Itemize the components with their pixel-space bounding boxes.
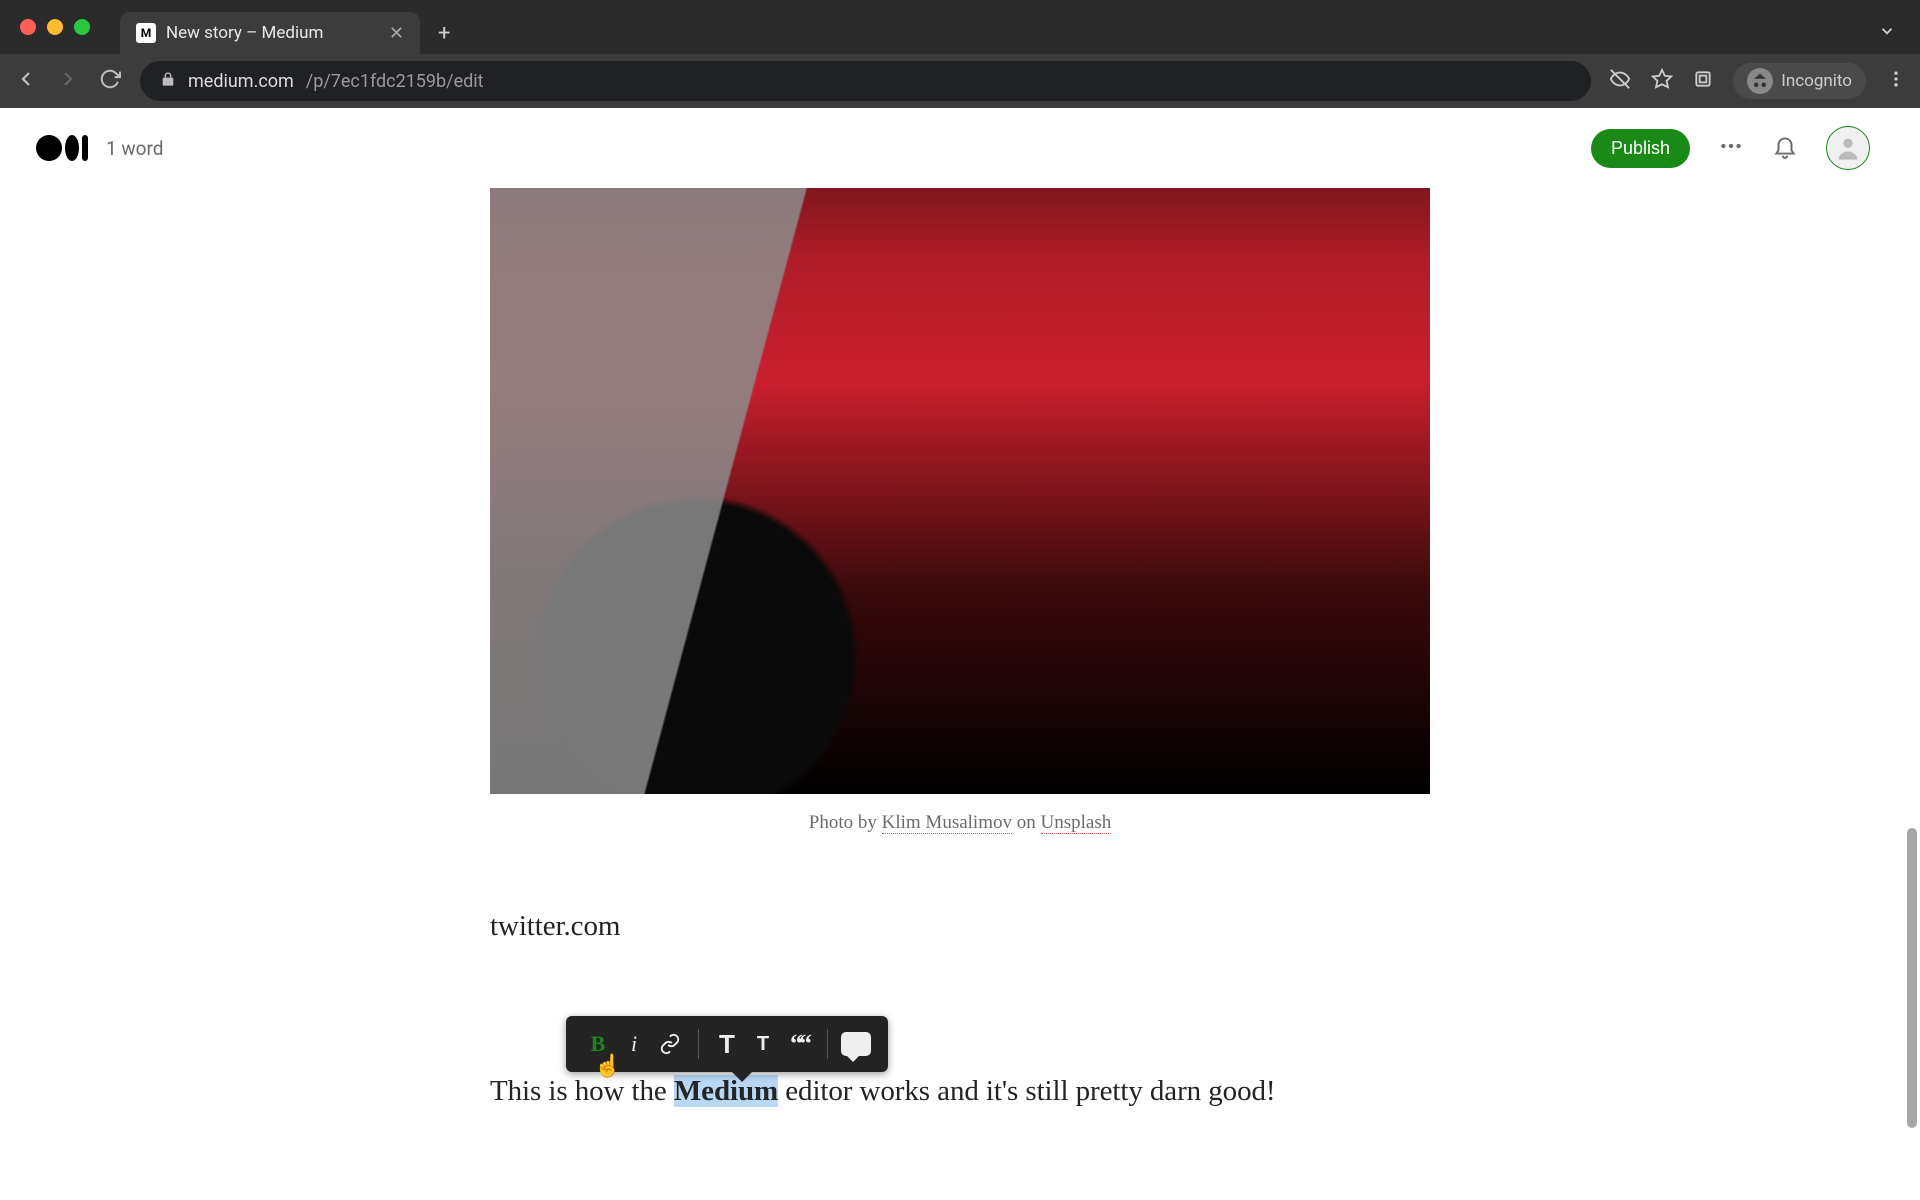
more-options-button[interactable] [1718,133,1744,163]
new-tab-button[interactable]: + [438,21,450,46]
hero-image[interactable] [490,108,1430,794]
incognito-icon [1747,68,1773,94]
url-path: /p/7ec1fdc2159b/edit [306,71,484,92]
browser-titlebar: M New story – Medium ✕ + [0,0,1920,54]
scrollbar[interactable] [1907,828,1917,1128]
image-caption[interactable]: Photo by Klim Musalimov on Unsplash [490,812,1430,834]
reload-button[interactable] [98,68,122,94]
toolbar-separator [827,1029,828,1059]
page-body: 1 word Publish Photo by Klim Musalimov o… [0,108,1920,1200]
profile-button[interactable]: Incognito [1733,63,1866,99]
tab-favicon-icon: M [136,23,156,43]
browser-toolbar: medium.com/p/7ec1fdc2159b/edit Incognito [0,54,1920,108]
p2-after: editor works and it's still pretty darn … [778,1075,1275,1107]
heading-small-button[interactable]: T [745,1024,781,1064]
browser-menu-button[interactable] [1886,69,1906,93]
address-bar[interactable]: medium.com/p/7ec1fdc2159b/edit [140,61,1591,101]
notifications-button[interactable] [1772,133,1798,163]
caption-author-link[interactable]: Klim Musalimov [882,812,1012,834]
browser-tab[interactable]: M New story – Medium ✕ [120,12,420,54]
word-count: 1 word [106,137,163,160]
bookmark-button[interactable] [1651,68,1673,94]
browser-right-controls: Incognito [1609,63,1906,99]
paragraph-2[interactable]: This is how the Medium editor works and … [490,1069,1430,1114]
toolbar-separator [698,1029,699,1059]
editor-content[interactable]: Photo by Klim Musalimov on Unsplash twit… [490,108,1430,1114]
tab-title: New story – Medium [166,23,379,43]
url-host: medium.com [188,71,294,92]
user-avatar[interactable] [1826,126,1870,170]
heading-large-button[interactable]: T [709,1024,745,1064]
forward-button[interactable] [56,67,80,95]
tabs-overflow-button[interactable] [1878,22,1896,44]
browser-chrome: M New story – Medium ✕ + medium.com/p/7e… [0,0,1920,108]
quote-button[interactable]: ““ [781,1024,817,1064]
paragraph-1[interactable]: twitter.com [490,904,1430,949]
tab-close-button[interactable]: ✕ [389,23,404,44]
window-minimize-button[interactable] [47,19,63,35]
medium-logo-icon[interactable] [36,135,88,161]
caption-prefix: Photo by [809,812,882,833]
caption-source-link[interactable]: Unsplash [1041,812,1112,834]
medium-topbar: 1 word Publish [0,108,1906,188]
lock-icon [160,71,176,92]
extensions-button[interactable] [1693,69,1713,93]
incognito-indicator-icon [1609,68,1631,94]
caption-middle: on [1012,812,1041,833]
back-button[interactable] [14,67,38,95]
window-maximize-button[interactable] [74,19,90,35]
publish-button[interactable]: Publish [1591,129,1690,168]
link-button[interactable] [652,1024,688,1064]
profile-label: Incognito [1781,71,1852,91]
italic-button[interactable]: i [616,1024,652,1064]
private-note-button[interactable] [838,1024,874,1064]
selected-text[interactable]: Medium [674,1075,778,1107]
note-icon [841,1032,871,1056]
window-controls [20,19,90,35]
formatting-toolbar: B i T T ““ [566,1016,888,1072]
p2-before: This is how the [490,1075,674,1107]
window-close-button[interactable] [20,19,36,35]
bold-button[interactable]: B [580,1024,616,1064]
